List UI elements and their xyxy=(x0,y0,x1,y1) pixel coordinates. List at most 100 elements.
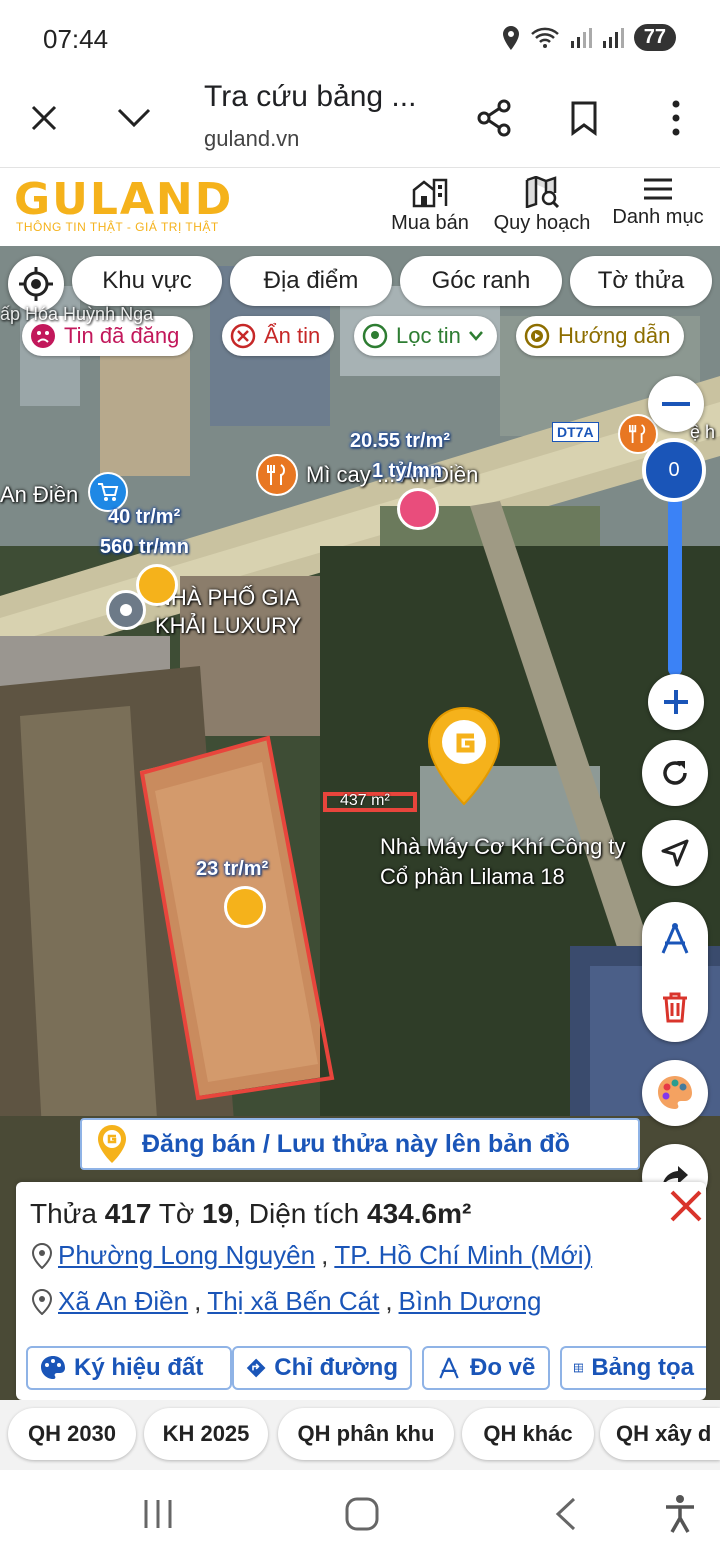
zoom-out-button[interactable] xyxy=(648,376,704,432)
back-icon xyxy=(555,1497,576,1531)
chip-loc-tin[interactable]: Lọc tin xyxy=(354,316,497,356)
chip-khu-vuc[interactable]: Khu vực xyxy=(72,256,222,306)
wifi-icon xyxy=(530,27,559,48)
restaurant-poi[interactable] xyxy=(256,454,298,496)
coordinate-table-button[interactable]: Bảng tọa xyxy=(560,1346,706,1390)
address-old: Xã An Điền, Thị xã Bến Cát, Bình Dương xyxy=(32,1286,541,1317)
link-xa-an-dien[interactable]: Xã An Điền xyxy=(58,1286,188,1317)
measure-button[interactable]: Đo vẽ xyxy=(422,1346,550,1390)
logo-tagline: THÔNG TIN THẬT - GIÁ TRỊ THẬT xyxy=(16,220,219,234)
coordinate-table-label: Bảng tọa xyxy=(591,1354,694,1381)
post-listing-label: Đăng bán / Lưu thửa này lên bản đồ xyxy=(142,1129,570,1158)
close-tab-button[interactable] xyxy=(20,94,68,142)
collapse-button[interactable] xyxy=(110,94,158,142)
link-phuong-long-nguyen[interactable]: Phường Long Nguyên xyxy=(58,1240,315,1271)
location-pin-icon xyxy=(32,1242,52,1269)
plan-chip-qh-phan-khu[interactable]: QH phân khu xyxy=(278,1408,454,1460)
signal-icon xyxy=(570,27,592,48)
price-total-2: 560 tr/mn xyxy=(100,536,189,558)
link-tp-ho-chi-minh[interactable]: TP. Hồ Chí Minh (Mới) xyxy=(334,1240,592,1271)
signal-icon-2 xyxy=(602,27,624,48)
plan-chip-qh-xay-dung[interactable]: QH xây d xyxy=(600,1408,720,1460)
accessibility-button[interactable] xyxy=(662,1494,698,1539)
comma: , xyxy=(385,1286,393,1316)
menu-icon xyxy=(644,178,672,200)
refresh-button[interactable] xyxy=(642,740,708,806)
chip-goc-ranh[interactable]: Góc ranh xyxy=(400,256,562,306)
more-options-button[interactable] xyxy=(652,94,700,142)
home-button[interactable] xyxy=(344,1496,380,1537)
nav-danh-muc-label: Danh mục xyxy=(612,206,704,228)
plan-chip-kh-2025[interactable]: KH 2025 xyxy=(144,1408,268,1460)
chevron-down-icon xyxy=(117,108,151,128)
status-icons: 77 xyxy=(502,24,676,51)
plus-icon xyxy=(664,690,688,714)
nav-quy-hoach[interactable]: Quy hoạch xyxy=(482,176,602,235)
guland-pin-icon xyxy=(98,1125,126,1163)
pin-icon xyxy=(120,604,132,616)
nav-danh-muc[interactable]: Danh mục xyxy=(598,176,718,229)
label-factory: Nhà Máy Cơ Khí Công ty Cổ phần Lilama 18 xyxy=(380,834,626,889)
map-search-icon xyxy=(525,176,560,208)
back-button[interactable] xyxy=(548,1496,584,1537)
table-icon xyxy=(574,1363,584,1373)
status-time: 07:44 xyxy=(43,24,109,54)
recent-apps-icon xyxy=(144,1500,172,1528)
link-binh-duong[interactable]: Bình Dương xyxy=(399,1286,542,1317)
palette-icon xyxy=(41,1356,65,1379)
share-button[interactable] xyxy=(470,94,518,142)
location-pin-icon xyxy=(32,1288,52,1315)
recent-apps-button[interactable] xyxy=(140,1496,176,1537)
chip-to-thua[interactable]: Tờ thửa xyxy=(570,256,712,306)
chip-huong-dan[interactable]: Hướng dẫn xyxy=(516,316,685,356)
close-panel-button[interactable] xyxy=(666,1186,706,1226)
parcel-summary: Thửa 417 Tờ 19, Diện tích 434.6m² xyxy=(30,1198,472,1229)
price-total-1: 1 tỷ/mn xyxy=(372,460,443,482)
plan-chip-qh-khac[interactable]: QH khác xyxy=(462,1408,594,1460)
close-icon xyxy=(670,1190,702,1222)
comma: , xyxy=(194,1286,202,1316)
home-icon xyxy=(345,1497,379,1531)
navigate-button[interactable] xyxy=(642,820,708,886)
directions-icon xyxy=(246,1358,266,1378)
chip-tin-da-dang-label: Tin đã đăng xyxy=(64,323,180,348)
delete-drawing-button[interactable] xyxy=(652,984,698,1030)
guland-logo[interactable]: GULAND xyxy=(14,174,233,225)
measure-tool-button[interactable] xyxy=(652,916,698,962)
site-header: GULAND THÔNG TIN THẬT - GIÁ TRỊ THẬT Mua… xyxy=(0,168,720,246)
guland-marker-icon[interactable] xyxy=(426,706,502,806)
chip-an-tin[interactable]: Ẩn tin xyxy=(222,316,335,356)
system-nav-bar xyxy=(0,1470,720,1561)
label-an-dien: An Điền xyxy=(0,482,79,507)
nav-mua-ban[interactable]: Mua bán xyxy=(370,176,490,235)
directions-label: Chỉ đường xyxy=(274,1354,398,1381)
location-filter-icon xyxy=(362,323,388,349)
planning-layer-row: QH 2030 KH 2025 QH phân khu QH khác QH x… xyxy=(0,1400,720,1470)
chip-loc-tin-label: Lọc tin xyxy=(396,323,461,348)
zoom-in-button[interactable] xyxy=(648,674,704,730)
plan-chip-qh-2030[interactable]: QH 2030 xyxy=(8,1408,136,1460)
bookmark-button[interactable] xyxy=(560,94,608,142)
navigation-arrow-icon xyxy=(661,839,689,867)
layer-style-button[interactable] xyxy=(642,1060,708,1126)
land-symbol-button[interactable]: Ký hiệu đất xyxy=(26,1346,232,1390)
chip-dia-diem[interactable]: Địa điểm xyxy=(230,256,392,306)
price-label-2: 40 tr/m² xyxy=(108,506,181,528)
fork-knife-icon xyxy=(629,424,646,443)
page-domain: guland.vn xyxy=(204,126,300,151)
post-listing-banner[interactable]: Đăng bán / Lưu thửa này lên bản đồ xyxy=(80,1118,640,1170)
listing-dot-pink[interactable] xyxy=(397,488,439,530)
directions-button[interactable]: Chỉ đường xyxy=(232,1346,412,1390)
label-area-tag: 437 m² xyxy=(340,792,390,809)
parcel-to-label: Tờ xyxy=(158,1198,195,1229)
sad-face-icon xyxy=(31,324,55,348)
fork-knife-icon xyxy=(267,464,285,485)
listing-dot-yellow-2[interactable] xyxy=(224,886,266,928)
building-icon xyxy=(412,178,448,208)
page-title: Tra cứu bảng ... xyxy=(204,80,417,113)
link-thi-xa-ben-cat[interactable]: Thị xã Bến Cát xyxy=(207,1286,379,1317)
opacity-slider-handle[interactable]: 0 xyxy=(642,438,706,502)
chip-an-tin-label: Ẩn tin xyxy=(264,323,321,348)
palette-icon xyxy=(658,1076,692,1109)
listing-dot-yellow-1[interactable] xyxy=(136,564,178,606)
